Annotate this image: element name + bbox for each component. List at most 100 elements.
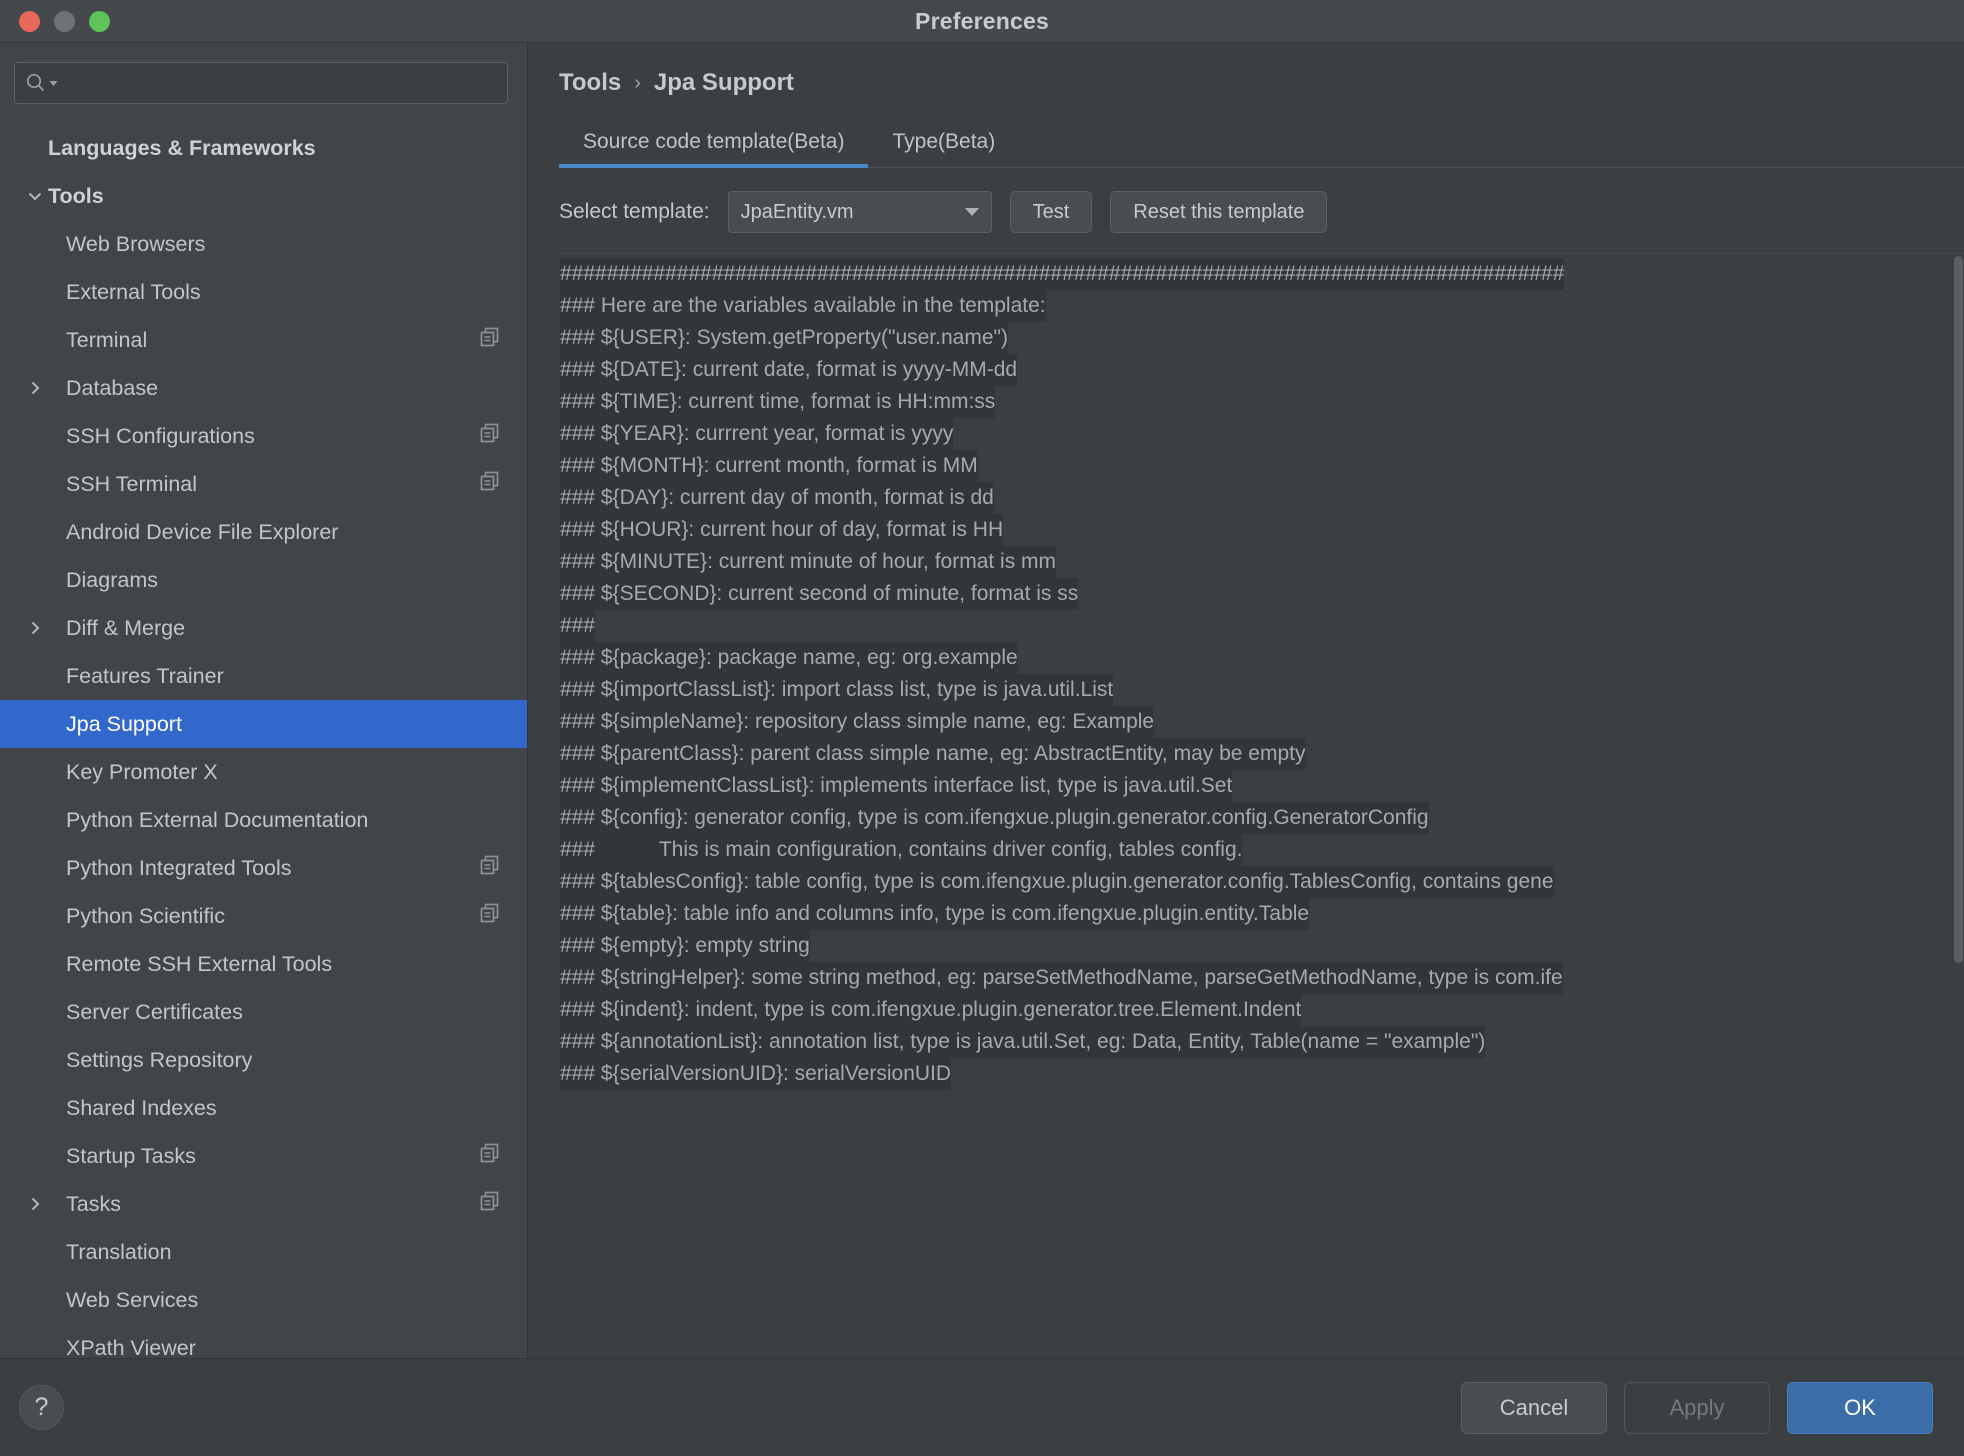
code-line: ### ${MINUTE}: current minute of hour, f…: [559, 546, 1964, 578]
sidebar-item-python-external-documentation[interactable]: Python External Documentation: [0, 796, 527, 844]
sidebar-item-label: Python Scientific: [66, 904, 479, 929]
sidebar-item-xpath-viewer[interactable]: XPath Viewer: [0, 1324, 527, 1358]
sidebar-item-translation[interactable]: Translation: [0, 1228, 527, 1276]
sidebar-item-ssh-terminal[interactable]: SSH Terminal: [0, 460, 527, 508]
sidebar-item-label: Remote SSH External Tools: [66, 952, 501, 977]
disclosure-arrow[interactable]: [22, 1194, 48, 1214]
chevron-down-icon[interactable]: [25, 186, 45, 206]
sidebar-item-ssh-configurations[interactable]: SSH Configurations: [0, 412, 527, 460]
code-line-text: ### ${USER}: System.getProperty("user.na…: [560, 322, 1008, 354]
editor-scrollbar-thumb[interactable]: [1954, 256, 1963, 963]
code-line-text: ### ${indent}: indent, type is com.ifeng…: [560, 994, 1301, 1026]
tab-type-beta[interactable]: Type(Beta): [868, 119, 1019, 167]
sidebar-item-key-promoter-x[interactable]: Key Promoter X: [0, 748, 527, 796]
code-line-text: ### ${serialVersionUID}: serialVersionUI…: [560, 1058, 951, 1090]
test-button[interactable]: Test: [1010, 191, 1093, 233]
ok-button[interactable]: OK: [1787, 1382, 1933, 1434]
code-line-text: ### This is main configuration, contains…: [560, 834, 1242, 866]
help-button[interactable]: ?: [19, 1385, 64, 1430]
sidebar-item-languages-frameworks[interactable]: Languages & Frameworks: [0, 124, 527, 172]
code-line: ### ${serialVersionUID}: serialVersionUI…: [559, 1058, 1964, 1090]
sidebar-item-label: Features Trainer: [66, 664, 501, 689]
main-panel: Tools › Jpa Support Source code template…: [528, 43, 1964, 1358]
template-selector-row: Select template: JpaEntity.vm Test Reset…: [559, 191, 1964, 233]
template-editor-content[interactable]: ########################################…: [559, 254, 1964, 1358]
sidebar-item-label: Startup Tasks: [66, 1144, 479, 1169]
apply-button[interactable]: Apply: [1624, 1382, 1770, 1434]
tab-source-code-template-beta[interactable]: Source code template(Beta): [559, 119, 868, 167]
chevron-right-icon[interactable]: [25, 1194, 45, 1214]
sidebar-item-tools[interactable]: Tools: [0, 172, 527, 220]
sidebar-item-label: Key Promoter X: [66, 760, 501, 785]
preferences-window: Preferences L: [0, 0, 1964, 1456]
sidebar-item-diff-merge[interactable]: Diff & Merge: [0, 604, 527, 652]
cancel-button[interactable]: Cancel: [1461, 1382, 1607, 1434]
breadcrumb-root[interactable]: Tools: [559, 69, 621, 97]
sidebar-item-server-certificates[interactable]: Server Certificates: [0, 988, 527, 1036]
code-line: ### This is main configuration, contains…: [559, 834, 1964, 866]
window-title: Preferences: [0, 0, 1964, 42]
sidebar-item-label: SSH Configurations: [66, 424, 479, 449]
sidebar-item-label: Web Services: [66, 1288, 501, 1313]
sidebar-item-external-tools[interactable]: External Tools: [0, 268, 527, 316]
settings-tree: Languages & FrameworksToolsWeb BrowsersE…: [0, 124, 527, 1358]
copy-settings-icon[interactable]: [479, 422, 501, 450]
copy-settings-icon[interactable]: [479, 326, 501, 354]
code-line-text: ### ${importClassList}: import class lis…: [560, 674, 1113, 706]
disclosure-arrow[interactable]: [22, 186, 48, 206]
close-button[interactable]: [19, 11, 40, 32]
minimize-button[interactable]: [54, 11, 75, 32]
sidebar-item-terminal[interactable]: Terminal: [0, 316, 527, 364]
sidebar-item-android-device-file-explorer[interactable]: Android Device File Explorer: [0, 508, 527, 556]
copy-settings-icon[interactable]: [479, 470, 501, 498]
sidebar-item-label: Shared Indexes: [66, 1096, 501, 1121]
sidebar-item-jpa-support[interactable]: Jpa Support: [0, 700, 527, 748]
zoom-button[interactable]: [89, 11, 110, 32]
editor-vertical-scrollbar[interactable]: [1953, 254, 1964, 1358]
sidebar-item-web-browsers[interactable]: Web Browsers: [0, 220, 527, 268]
copy-settings-icon[interactable]: [479, 854, 501, 882]
code-line-text: ### ${implementClassList}: implements in…: [560, 770, 1232, 802]
code-line: ### ${implementClassList}: implements in…: [559, 770, 1964, 802]
code-line: ### ${YEAR}: currrent year, format is yy…: [559, 418, 1964, 450]
settings-sidebar: Languages & FrameworksToolsWeb BrowsersE…: [0, 43, 528, 1358]
search-box[interactable]: [14, 62, 508, 104]
reset-template-button[interactable]: Reset this template: [1110, 191, 1327, 233]
sidebar-item-python-integrated-tools[interactable]: Python Integrated Tools: [0, 844, 527, 892]
code-line-text: ### ${DATE}: current date, format is yyy…: [560, 354, 1017, 386]
sidebar-scrollbar[interactable]: [516, 43, 525, 1358]
sidebar-item-remote-ssh-external-tools[interactable]: Remote SSH External Tools: [0, 940, 527, 988]
sidebar-item-features-trainer[interactable]: Features Trainer: [0, 652, 527, 700]
code-line: ###: [559, 610, 1964, 642]
sidebar-item-tasks[interactable]: Tasks: [0, 1180, 527, 1228]
template-editor[interactable]: ########################################…: [559, 253, 1964, 1358]
sidebar-item-label: Translation: [66, 1240, 501, 1265]
disclosure-arrow[interactable]: [22, 618, 48, 638]
template-dropdown[interactable]: JpaEntity.vm: [728, 191, 992, 233]
sidebar-item-web-services[interactable]: Web Services: [0, 1276, 527, 1324]
code-line: ### ${parentClass}: parent class simple …: [559, 738, 1964, 770]
sidebar-item-database[interactable]: Database: [0, 364, 527, 412]
traffic-light-group: [0, 11, 110, 32]
code-line: ### ${DAY}: current day of month, format…: [559, 482, 1964, 514]
chevron-down-icon: [49, 79, 58, 88]
sidebar-item-shared-indexes[interactable]: Shared Indexes: [0, 1084, 527, 1132]
sidebar-item-python-scientific[interactable]: Python Scientific: [0, 892, 527, 940]
window-body: Languages & FrameworksToolsWeb BrowsersE…: [0, 43, 1964, 1358]
search-input[interactable]: [58, 72, 497, 94]
sidebar-item-settings-repository[interactable]: Settings Repository: [0, 1036, 527, 1084]
copy-settings-icon[interactable]: [479, 1142, 501, 1170]
code-line: ### ${tablesConfig}: table config, type …: [559, 866, 1964, 898]
code-line: ### Here are the variables available in …: [559, 290, 1964, 322]
sidebar-item-diagrams[interactable]: Diagrams: [0, 556, 527, 604]
disclosure-arrow[interactable]: [22, 378, 48, 398]
copy-settings-icon[interactable]: [479, 902, 501, 930]
code-line: ### ${config}: generator config, type is…: [559, 802, 1964, 834]
sidebar-item-label: Settings Repository: [66, 1048, 501, 1073]
sidebar-item-startup-tasks[interactable]: Startup Tasks: [0, 1132, 527, 1180]
copy-settings-icon[interactable]: [479, 1190, 501, 1218]
sidebar-item-label: Terminal: [66, 328, 479, 353]
chevron-right-icon[interactable]: [25, 378, 45, 398]
chevron-right-icon[interactable]: [25, 618, 45, 638]
code-line-text: ### ${table}: table info and columns inf…: [560, 898, 1309, 930]
